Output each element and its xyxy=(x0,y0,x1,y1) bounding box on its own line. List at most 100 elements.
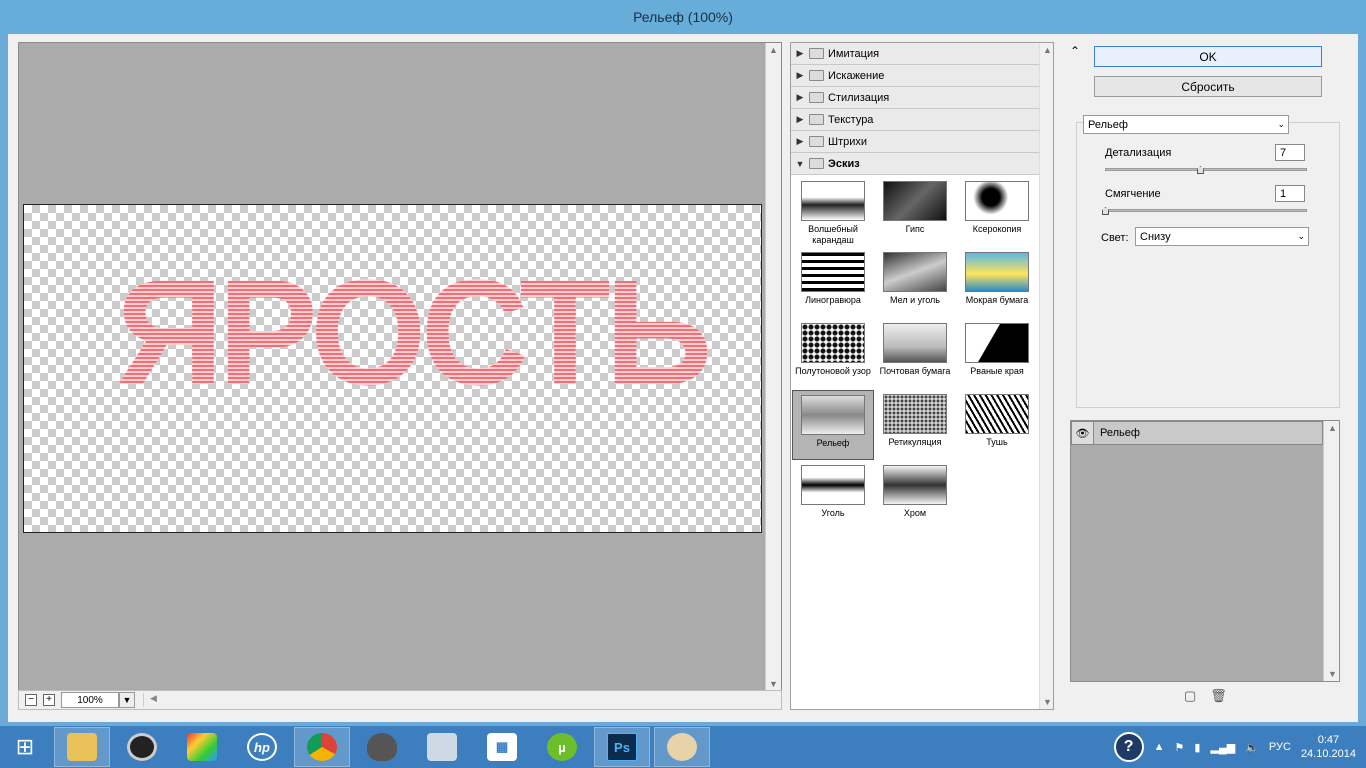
power-icon[interactable]: ▮ xyxy=(1194,741,1200,754)
filter-thumbnail[interactable]: Полутоновой узор xyxy=(792,319,874,389)
filter-label: Линогравюра xyxy=(805,295,861,305)
flag-icon[interactable]: ⚑ xyxy=(1175,741,1185,754)
expanded-triangle-icon[interactable]: ▼ xyxy=(793,159,807,169)
network-signal-icon[interactable]: ▂▄▆ xyxy=(1210,741,1235,754)
filter-preview-image xyxy=(801,465,865,505)
detail-input[interactable]: 7 xyxy=(1275,144,1305,161)
taskbar-explorer[interactable] xyxy=(54,727,110,767)
filter-thumbnail[interactable]: Почтовая бумага xyxy=(874,319,956,389)
folder-icon xyxy=(809,158,824,169)
detail-label: Детализация xyxy=(1105,147,1172,159)
zoom-in-button[interactable]: + xyxy=(43,694,55,706)
taskbar-camera-app[interactable] xyxy=(114,727,170,767)
effect-layer-row[interactable]: 👁 Рельеф xyxy=(1071,421,1323,445)
eye-icon[interactable]: 👁 xyxy=(1072,422,1094,444)
filter-thumbnail[interactable]: Рельеф xyxy=(792,390,874,460)
layers-scrollbar[interactable]: ▲ ▼ xyxy=(1323,421,1339,681)
preview-zoom-bar: − + 100% ▼ ◀ xyxy=(18,690,782,710)
volume-icon[interactable]: 🔈 xyxy=(1245,741,1259,754)
chevron-down-icon: ⌄ xyxy=(1297,231,1305,241)
filter-select[interactable]: Рельеф ⌄ xyxy=(1083,115,1289,134)
smooth-slider-track[interactable] xyxy=(1105,209,1307,212)
taskbar-puzzle-app[interactable] xyxy=(174,727,230,767)
category-2[interactable]: ▶ Стилизация xyxy=(791,87,1039,109)
taskbar-paint[interactable] xyxy=(654,727,710,767)
show-hidden-icons-icon[interactable]: ▲ xyxy=(1154,741,1165,753)
taskbar-chrome[interactable] xyxy=(294,727,350,767)
collapsed-triangle-icon[interactable]: ▶ xyxy=(793,114,807,125)
smooth-label: Смягчение xyxy=(1105,188,1161,200)
collapsed-triangle-icon[interactable]: ▶ xyxy=(793,92,807,103)
scroll-up-icon[interactable]: ▲ xyxy=(1043,45,1052,55)
scroll-left-icon[interactable]: ◀ xyxy=(150,693,157,704)
filter-thumbnail[interactable]: Ксерокопия xyxy=(956,177,1038,247)
filter-preview-image xyxy=(883,394,947,434)
filter-label: Мокрая бумага xyxy=(965,295,1029,305)
hp-logo-icon: hp xyxy=(247,733,277,761)
new-effect-layer-icon[interactable]: ▢ xyxy=(1184,688,1196,704)
filter-label: Тушь xyxy=(986,437,1008,447)
filter-label: Ксерокопия xyxy=(972,224,1022,234)
start-button[interactable]: ⊞ xyxy=(0,727,50,767)
zoom-dropdown-icon[interactable]: ▼ xyxy=(119,692,135,708)
collapsed-triangle-icon[interactable]: ▶ xyxy=(793,48,807,59)
filter-thumbnail[interactable]: Волшебный карандаш xyxy=(792,177,874,247)
collapsed-triangle-icon[interactable]: ▶ xyxy=(793,136,807,147)
chevron-down-icon: ⌄ xyxy=(1277,119,1285,129)
category-label: Штрихи xyxy=(828,135,868,148)
collapse-gallery-icon[interactable]: ⌃ xyxy=(1070,44,1080,58)
scroll-up-icon[interactable]: ▲ xyxy=(769,45,778,55)
reset-button[interactable]: Сбросить xyxy=(1094,76,1322,97)
filter-label: Рельеф xyxy=(816,438,850,448)
category-4[interactable]: ▶ Штрихи xyxy=(791,131,1039,153)
preview-horizontal-scrollbar[interactable]: ◀ xyxy=(143,693,781,707)
zoom-out-button[interactable]: − xyxy=(25,694,37,706)
filter-thumbnail[interactable]: Мокрая бумага xyxy=(956,248,1038,318)
taskbar-hp[interactable]: hp xyxy=(234,727,290,767)
zoom-value[interactable]: 100% xyxy=(61,692,119,708)
filter-thumbnail[interactable]: Тушь xyxy=(956,390,1038,460)
window-title: Рельеф (100%) xyxy=(633,9,733,25)
gallery-scrollbar[interactable]: ▲ ▼ xyxy=(1039,43,1053,709)
light-select[interactable]: Снизу ⌄ xyxy=(1135,227,1309,246)
system-tray: ? ▲ ⚑ ▮ ▂▄▆ 🔈 РУС 0:47 24.10.2014 xyxy=(1113,726,1356,768)
scroll-down-icon[interactable]: ▼ xyxy=(769,679,778,689)
filter-thumbnail[interactable]: Гипс xyxy=(874,177,956,247)
taskbar-store[interactable]: ▦ xyxy=(474,727,530,767)
filter-thumbnail[interactable]: Ретикуляция xyxy=(874,390,956,460)
scroll-up-icon[interactable]: ▲ xyxy=(1328,423,1337,433)
filter-preview-image xyxy=(801,395,865,435)
preview-vertical-scrollbar[interactable]: ▲ ▼ xyxy=(765,43,781,691)
ok-button[interactable]: OK xyxy=(1094,46,1322,67)
scroll-down-icon[interactable]: ▼ xyxy=(1328,669,1337,679)
light-label: Свет: xyxy=(1101,232,1129,244)
taskbar-utorrent[interactable]: µ xyxy=(534,727,590,767)
taskbar-monitor-app[interactable] xyxy=(414,727,470,767)
filter-preview-image xyxy=(883,252,947,292)
category-1[interactable]: ▶ Искажение xyxy=(791,65,1039,87)
preview-canvas: ЯРОСТЬ xyxy=(23,204,762,533)
filter-thumbnail[interactable]: Хром xyxy=(874,461,956,531)
clock[interactable]: 0:47 24.10.2014 xyxy=(1301,733,1356,761)
taskbar-photoshop[interactable]: Ps xyxy=(594,727,650,767)
filter-thumbnail[interactable]: Мел и уголь xyxy=(874,248,956,318)
filter-thumbnail[interactable]: Рваные края xyxy=(956,319,1038,389)
scroll-down-icon[interactable]: ▼ xyxy=(1043,697,1052,707)
filter-thumbnail[interactable]: Уголь xyxy=(792,461,874,531)
preview-area[interactable]: ЯРОСТЬ ▲ ▼ xyxy=(18,42,782,692)
filter-preview-image xyxy=(883,465,947,505)
detail-slider-track[interactable] xyxy=(1105,168,1307,171)
filter-thumbnail[interactable]: Линогравюра xyxy=(792,248,874,318)
trash-icon[interactable]: 🗑 xyxy=(1210,688,1227,704)
category-5[interactable]: ▼ Эскиз xyxy=(791,153,1039,175)
category-3[interactable]: ▶ Текстура xyxy=(791,109,1039,131)
filter-preview-image xyxy=(883,181,947,221)
taskbar-world-of-tanks[interactable] xyxy=(354,727,410,767)
smooth-input[interactable]: 1 xyxy=(1275,185,1305,202)
filter-preview-image xyxy=(801,323,865,363)
collapsed-triangle-icon[interactable]: ▶ xyxy=(793,70,807,81)
language-indicator[interactable]: РУС xyxy=(1269,741,1291,753)
help-icon[interactable]: ? xyxy=(1113,732,1144,762)
category-0[interactable]: ▶ Имитация xyxy=(791,43,1039,65)
filter-select-value: Рельеф xyxy=(1088,118,1128,131)
